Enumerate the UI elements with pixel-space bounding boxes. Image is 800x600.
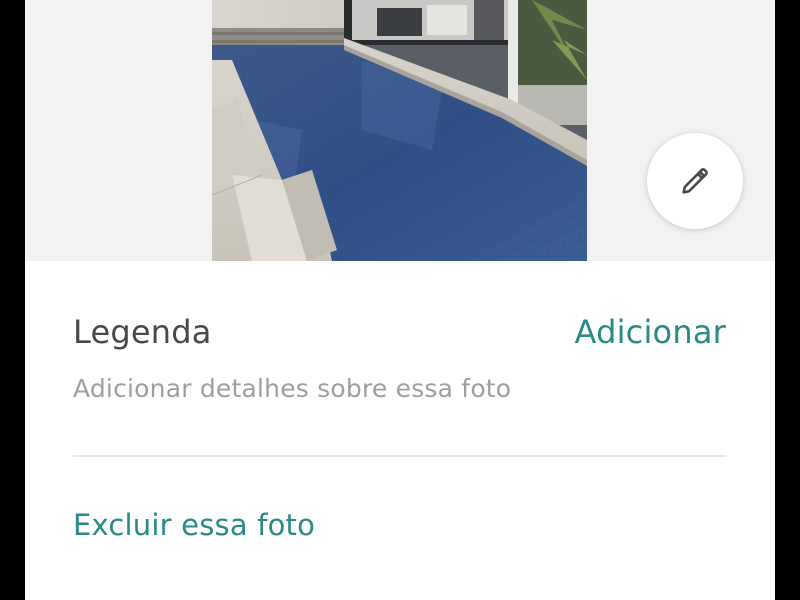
edit-photo-button[interactable] xyxy=(647,133,743,229)
caption-label: Legenda xyxy=(73,313,212,351)
pool-photo xyxy=(212,0,587,261)
add-caption-button[interactable]: Adicionar xyxy=(575,313,726,351)
caption-placeholder: Adicionar detalhes sobre essa foto xyxy=(73,374,512,403)
pencil-icon xyxy=(678,164,712,198)
pool-photo-image xyxy=(212,0,587,261)
caption-row: Legenda Adicionar xyxy=(73,305,726,365)
photo-detail-sheet: Legenda Adicionar Adicionar detalhes sob… xyxy=(25,0,775,600)
photo-area xyxy=(25,0,775,261)
delete-photo-button[interactable]: Excluir essa foto xyxy=(73,508,315,542)
divider xyxy=(73,455,726,457)
